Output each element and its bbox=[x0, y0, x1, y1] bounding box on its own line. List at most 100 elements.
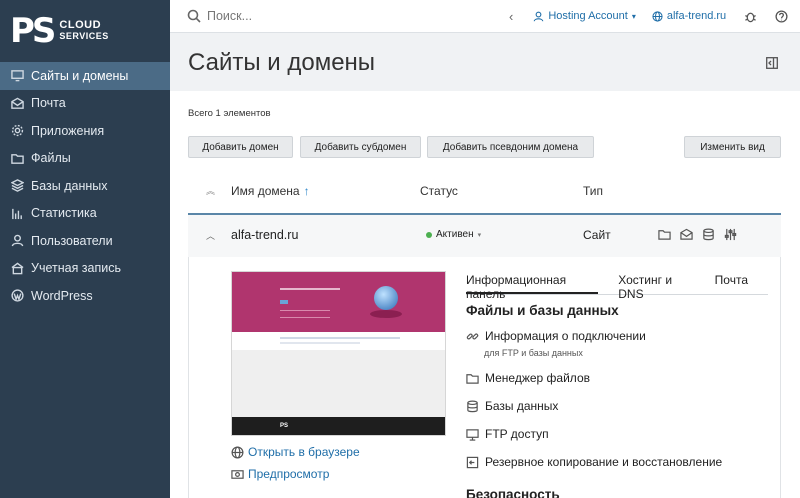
sidebar-item-label: Базы данных bbox=[31, 178, 108, 193]
preview-link[interactable]: Предпросмотр bbox=[231, 467, 329, 481]
change-view-button[interactable]: Изменить вид bbox=[684, 136, 781, 158]
logo-text-line2: SERVICES bbox=[59, 31, 109, 41]
sidebar-item-mail[interactable]: Почта bbox=[0, 90, 170, 118]
status-dot-icon bbox=[426, 231, 432, 238]
databases-link[interactable]: Базы данных bbox=[466, 399, 558, 413]
collapse-all-icon[interactable]: ︽ bbox=[206, 184, 215, 197]
panel-toggle-icon[interactable] bbox=[766, 57, 778, 69]
monitor-icon bbox=[10, 69, 24, 83]
add-domain-button[interactable]: Добавить домен bbox=[188, 136, 293, 158]
row-actions bbox=[658, 228, 746, 241]
table-row[interactable]: ︿ alfa-trend.ru Активен ▾ Сайт bbox=[188, 213, 781, 257]
preview-button bbox=[280, 300, 288, 304]
preview-body bbox=[232, 350, 445, 417]
backup-icon bbox=[466, 456, 479, 468]
sidebar-item-label: Пользователи bbox=[31, 233, 113, 248]
bug-report-icon[interactable] bbox=[743, 9, 757, 23]
database-icon[interactable] bbox=[702, 228, 715, 241]
topbar: ‹ Hosting Account ▾ alfa-trend.ru bbox=[170, 0, 800, 33]
open-in-browser-link[interactable]: Открыть в браузере bbox=[231, 445, 360, 459]
panel-border-left bbox=[188, 257, 189, 498]
column-domain-name-label: Имя домена bbox=[231, 184, 300, 198]
sidebar-item-label: Приложения bbox=[31, 123, 105, 138]
ftp-access-link[interactable]: FTP доступ bbox=[466, 427, 549, 441]
preview-banner bbox=[232, 272, 445, 332]
logo-mark: PS bbox=[10, 11, 56, 51]
collapse-row-icon[interactable]: ︿ bbox=[206, 229, 215, 242]
connection-info-subtitle: для FTP и базы данных bbox=[484, 348, 583, 358]
security-section-title: Безопасность bbox=[466, 487, 560, 498]
column-status[interactable]: Статус bbox=[420, 184, 458, 198]
help-icon[interactable] bbox=[774, 9, 788, 23]
folder-icon[interactable] bbox=[658, 228, 671, 241]
add-subdomain-button[interactable]: Добавить субдомен bbox=[300, 136, 421, 158]
logo[interactable]: PS CLOUD SERVICES bbox=[0, 0, 170, 62]
files-section-title: Файлы и базы данных bbox=[466, 303, 619, 318]
preview-text-line bbox=[280, 288, 340, 290]
column-type[interactable]: Тип bbox=[583, 184, 603, 198]
hosting-account-label: Hosting Account bbox=[548, 10, 628, 22]
back-button[interactable]: ‹ bbox=[509, 9, 513, 24]
connection-info-link[interactable]: Информация о подключении bbox=[466, 329, 646, 343]
sort-arrow-icon: ↑ bbox=[303, 184, 310, 198]
mail-icon[interactable] bbox=[680, 228, 693, 241]
page-title: Сайты и домены bbox=[188, 49, 376, 76]
globe-icon bbox=[231, 446, 244, 458]
status-label: Активен bbox=[436, 229, 474, 240]
folder-icon bbox=[10, 151, 24, 165]
file-manager-label: Менеджер файлов bbox=[485, 371, 590, 385]
preview-text-block bbox=[280, 310, 330, 318]
sidebar-item-applications[interactable]: Приложения bbox=[0, 117, 170, 145]
tab-hosting-dns[interactable]: Хостинг и DNS bbox=[618, 273, 694, 301]
main-area: Сайты и домены Всего 1 элементов Добавит… bbox=[170, 33, 800, 498]
sidebar: PS CLOUD SERVICES Сайты и домены Почта П… bbox=[0, 0, 170, 498]
user-icon bbox=[533, 11, 544, 21]
domain-link[interactable]: alfa-trend.ru bbox=[652, 10, 726, 22]
hosting-account-menu[interactable]: Hosting Account ▾ bbox=[533, 10, 636, 22]
gear-icon bbox=[10, 124, 24, 138]
sidebar-item-files[interactable]: Файлы bbox=[0, 145, 170, 173]
logo-text: CLOUD SERVICES bbox=[59, 20, 108, 42]
content: Всего 1 элементов Добавить домен Добавит… bbox=[170, 91, 800, 498]
page-header: Сайты и домены bbox=[170, 33, 800, 91]
folder-icon bbox=[466, 373, 479, 384]
databases-label: Базы данных bbox=[485, 399, 559, 413]
sidebar-item-wordpress[interactable]: WordPress bbox=[0, 282, 170, 310]
ftp-access-label: FTP доступ bbox=[485, 427, 549, 441]
eye-icon bbox=[231, 469, 244, 479]
website-preview-thumbnail[interactable]: PS bbox=[231, 271, 446, 436]
sidebar-item-account[interactable]: Учетная запись bbox=[0, 255, 170, 283]
account-icon bbox=[10, 261, 24, 275]
sidebar-item-databases[interactable]: Базы данных bbox=[0, 172, 170, 200]
connection-info-label: Информация о подключении bbox=[485, 329, 646, 343]
globe-icon bbox=[374, 286, 398, 310]
ftp-icon bbox=[466, 428, 479, 441]
preview-text-area bbox=[232, 332, 445, 350]
bar-chart-icon bbox=[10, 206, 24, 220]
status-badge[interactable]: Активен ▾ bbox=[426, 229, 481, 240]
sidebar-item-label: Учетная запись bbox=[31, 261, 122, 276]
sidebar-item-label: Почта bbox=[31, 96, 66, 111]
file-manager-link[interactable]: Менеджер файлов bbox=[466, 371, 590, 385]
sidebar-item-sites-domains[interactable]: Сайты и домены bbox=[0, 62, 170, 90]
backup-restore-link[interactable]: Резервное копирование и восстановление bbox=[466, 455, 722, 469]
chevron-down-icon: ▾ bbox=[477, 231, 482, 239]
tab-mail[interactable]: Почта bbox=[715, 273, 748, 294]
sidebar-item-users[interactable]: Пользователи bbox=[0, 227, 170, 255]
search-icon bbox=[187, 9, 201, 23]
domain-type: Сайт bbox=[583, 228, 611, 242]
search-input[interactable] bbox=[207, 9, 487, 23]
chevron-down-icon: ▾ bbox=[631, 11, 636, 21]
link-icon bbox=[466, 333, 479, 339]
database-icon bbox=[467, 400, 478, 412]
settings-sliders-icon[interactable] bbox=[724, 228, 737, 241]
add-domain-alias-button[interactable]: Добавить псевдоним домена bbox=[427, 136, 594, 158]
column-domain-name[interactable]: Имя домена ↑ bbox=[231, 184, 310, 198]
sidebar-item-statistics[interactable]: Статистика bbox=[0, 200, 170, 228]
preview-pedestal bbox=[370, 310, 402, 318]
domain-name[interactable]: alfa-trend.ru bbox=[231, 228, 298, 242]
tab-dashboard[interactable]: Информационная панель bbox=[466, 273, 599, 301]
domain-tabs: Информационная панель Хостинг и DNS Почт… bbox=[466, 273, 768, 301]
preview-text-line bbox=[280, 337, 400, 339]
logo-text-line1: CLOUD bbox=[59, 19, 102, 31]
